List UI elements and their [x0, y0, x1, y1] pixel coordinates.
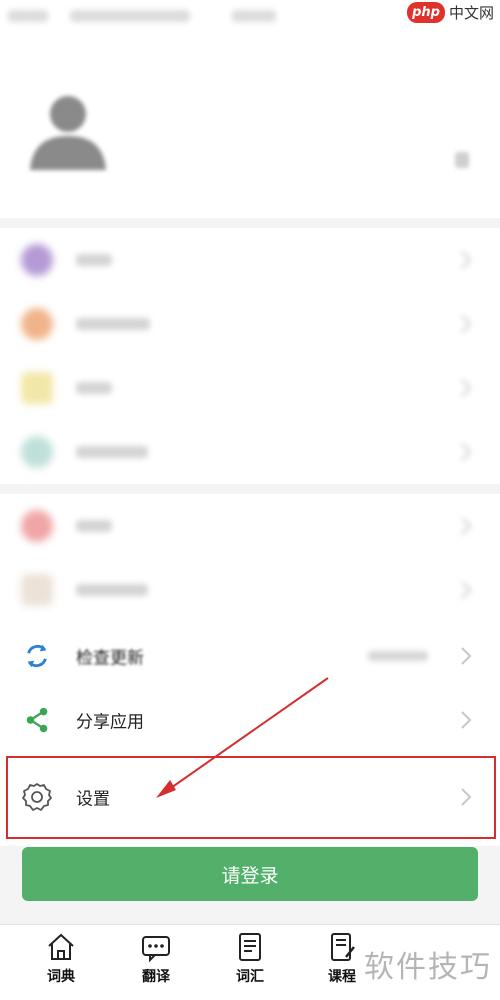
- tab-label: 课程: [328, 969, 356, 985]
- share-icon: [26, 707, 48, 733]
- chevron-right-icon: [461, 647, 472, 665]
- default-avatar-icon[interactable]: [26, 86, 110, 170]
- chevron-right-icon: [461, 581, 472, 599]
- menu-item-check-update[interactable]: 检查更新: [0, 624, 500, 688]
- status-carrier: [70, 10, 190, 22]
- login-button[interactable]: 请登录: [22, 847, 478, 901]
- status-signal: [8, 10, 48, 22]
- bottom-watermark: 软件技巧: [364, 950, 492, 985]
- orange-heart-icon: [21, 308, 53, 340]
- menu-section-1: [0, 228, 500, 484]
- update-version-text: [368, 651, 428, 661]
- settings-label: 设置: [76, 789, 110, 810]
- chevron-right-icon: [461, 711, 472, 729]
- menu-section-2: 检查更新 分享应用 设置: [0, 494, 500, 846]
- menu-item-blurred-2[interactable]: [0, 292, 500, 356]
- document-pen-icon: [331, 933, 355, 961]
- tab-label: 翻译: [142, 969, 170, 985]
- tab-label: 词典: [47, 969, 75, 985]
- teal-item-icon: [21, 436, 53, 468]
- chevron-right-icon: [461, 788, 472, 806]
- beige-item-icon: [21, 574, 53, 606]
- chevron-right-icon: [461, 251, 472, 269]
- tab-dictionary[interactable]: 词典: [21, 931, 101, 995]
- menu-item-blurred-3[interactable]: [0, 356, 500, 420]
- menu-item-settings[interactable]: 设置: [0, 762, 500, 832]
- purple-item-icon: [21, 244, 53, 276]
- php-logo: php: [407, 2, 445, 23]
- tab-translate[interactable]: 翻译: [116, 931, 196, 995]
- menu-item-blurred-1[interactable]: [0, 228, 500, 292]
- yellow-item-icon: [21, 372, 53, 404]
- site-name: 中文网: [448, 4, 494, 22]
- pink-item-icon: [21, 510, 53, 542]
- menu-item-blurred-6[interactable]: [0, 558, 500, 622]
- status-time: [232, 10, 276, 22]
- profile-header[interactable]: [0, 34, 500, 218]
- check-update-label: 检查更新: [76, 648, 144, 669]
- site-watermark: php 中文网: [407, 2, 494, 23]
- house-icon: [48, 933, 74, 960]
- share-app-label: 分享应用: [76, 712, 144, 733]
- chevron-right-icon: [461, 517, 472, 535]
- chat-bubble-icon: [142, 936, 170, 963]
- notebook-icon: [239, 933, 261, 961]
- profile-action-icon[interactable]: [455, 152, 469, 168]
- menu-item-blurred-4[interactable]: [0, 420, 500, 484]
- chevron-right-icon: [461, 443, 472, 461]
- status-bar: php 中文网: [0, 0, 500, 34]
- refresh-icon: [27, 644, 47, 668]
- tab-vocabulary[interactable]: 词汇: [210, 931, 290, 995]
- chevron-right-icon: [461, 379, 472, 397]
- gear-icon: [22, 783, 52, 811]
- menu-item-share-app[interactable]: 分享应用: [0, 688, 500, 752]
- chevron-right-icon: [461, 315, 472, 333]
- menu-item-blurred-5[interactable]: [0, 494, 500, 558]
- tab-label: 词汇: [236, 969, 264, 985]
